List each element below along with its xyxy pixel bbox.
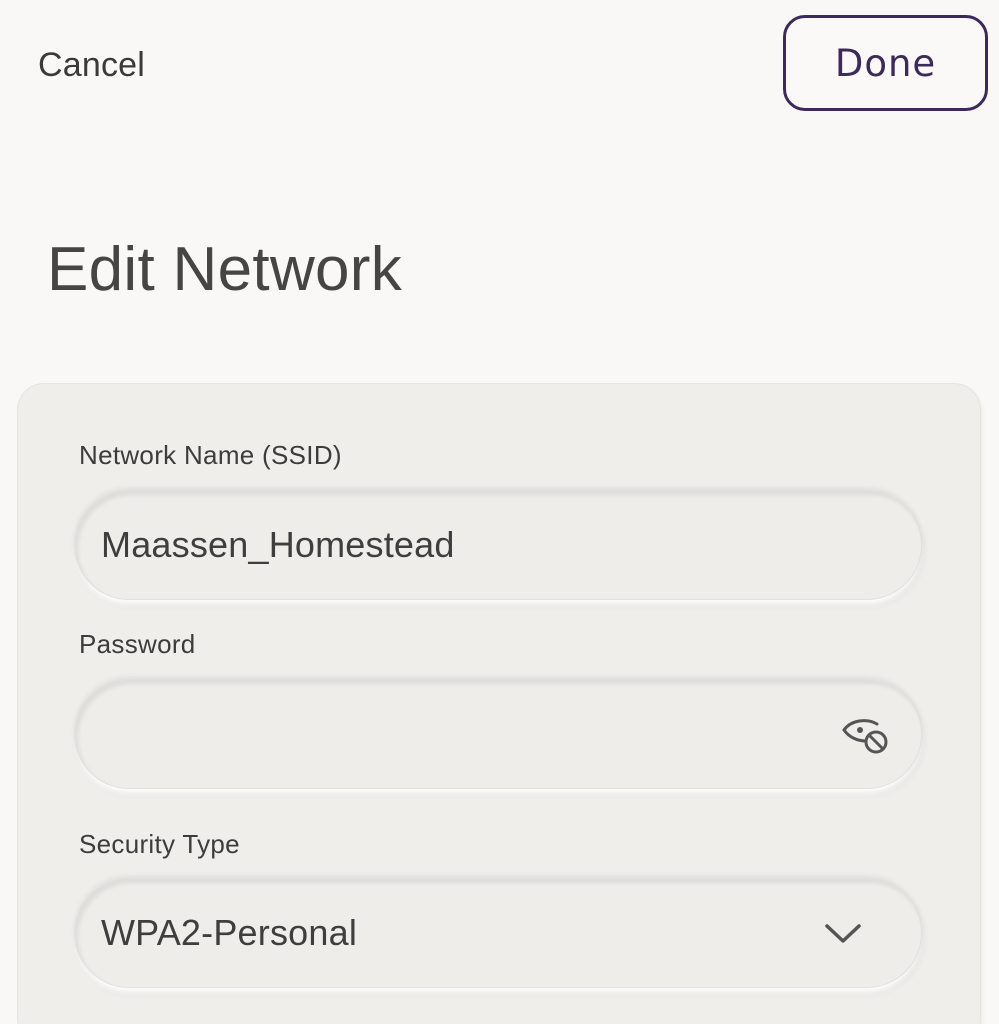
security-type-label: Security Type [79,829,240,859]
security-type-select[interactable]: WPA2-Personal [74,878,922,988]
eye-slash-icon[interactable] [841,712,891,756]
ssid-field[interactable] [74,490,922,600]
done-button[interactable]: Done [783,15,988,111]
password-input[interactable] [101,713,821,755]
ssid-label: Network Name (SSID) [79,440,342,470]
cancel-button[interactable]: Cancel [38,46,145,85]
edit-network-screen: Cancel Done Edit Network Network Name (S… [0,0,999,1024]
page-title: Edit Network [47,235,403,304]
password-field[interactable] [74,679,922,789]
security-type-value: WPA2-Personal [101,912,358,953]
password-label: Password [79,629,196,659]
chevron-down-icon[interactable] [823,921,863,945]
ssid-input[interactable] [101,524,821,566]
